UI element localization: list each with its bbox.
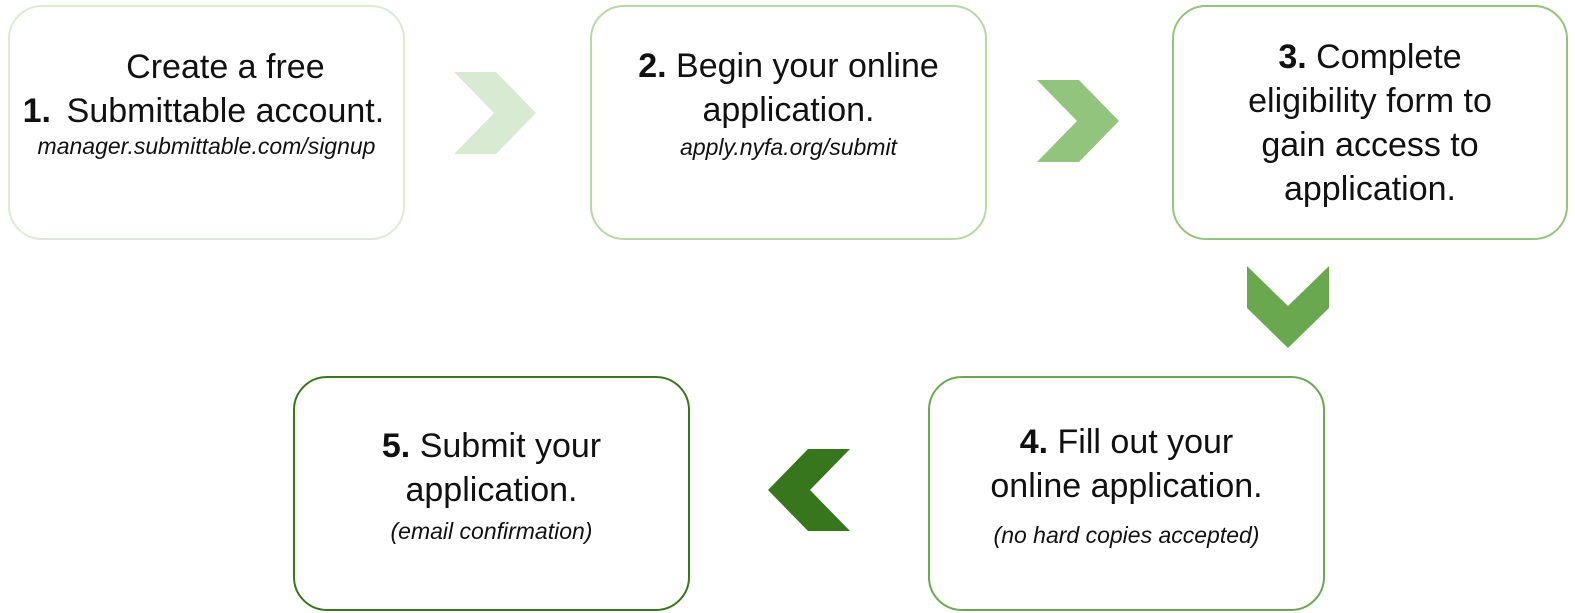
arrow-2-shape — [1037, 80, 1119, 162]
step-2-number: 2. — [638, 46, 667, 85]
step-5-subtitle: (email confirmation) — [390, 517, 593, 544]
step-5-title: 5. Submit your application. — [362, 424, 622, 512]
chevron-down-icon — [1247, 266, 1329, 348]
step-4-box: 4. Fill out your online application. (no… — [928, 376, 1325, 611]
step-3-number: 3. — [1278, 37, 1307, 76]
step-5-box: 5. Submit your application. (email confi… — [293, 376, 690, 611]
chevron-right-icon — [454, 72, 536, 154]
step-1-subtitle: manager.submittable.com/signup — [37, 132, 376, 159]
step-1-box: 1. Create a free Submittable account. ma… — [8, 5, 405, 240]
step-5-text: Submit your application. — [405, 426, 602, 509]
arrow-3-shape — [1247, 266, 1329, 348]
step-2-title: 2. Begin your online application. — [634, 44, 944, 132]
step-1-text: Create a free Submittable account. — [66, 47, 385, 130]
arrow-4-shape — [768, 449, 850, 531]
step-1-number: 1. — [22, 91, 51, 130]
step-4-title: 4. Fill out your online application. — [972, 420, 1282, 508]
step-4-number: 4. — [1019, 422, 1049, 461]
chevron-right-icon — [1037, 80, 1119, 162]
step-4-subtitle: (no hard copies accepted) — [993, 521, 1260, 548]
step-5-number: 5. — [381, 426, 411, 465]
step-2-text: Begin your online application. — [676, 46, 939, 129]
step-2-box: 2. Begin your online application. apply.… — [590, 5, 987, 240]
step-3-box: 3. Complete eligibility form to gain acc… — [1172, 5, 1568, 240]
step-1-title: 1. Create a free Submittable account. — [23, 45, 391, 133]
step-2-subtitle: apply.nyfa.org/submit — [680, 133, 897, 160]
step-3-title: 3. Complete eligibility form to gain acc… — [1220, 35, 1520, 211]
chevron-left-icon — [768, 449, 850, 531]
arrow-1-shape — [454, 72, 536, 154]
